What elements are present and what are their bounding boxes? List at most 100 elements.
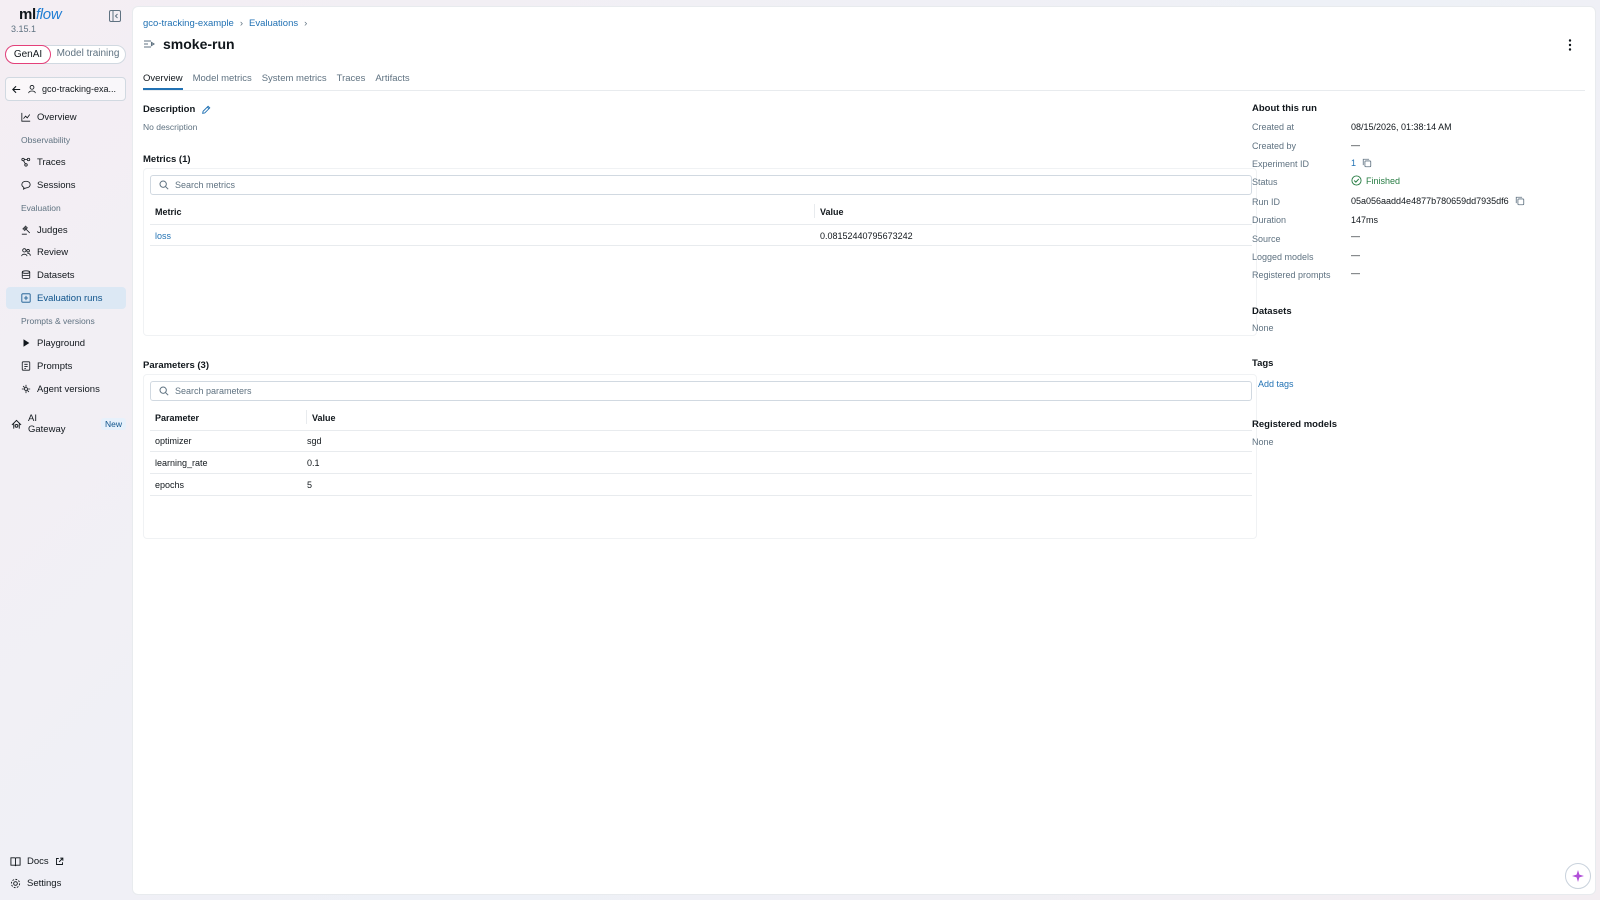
sidebar-item-traces[interactable]: Traces — [6, 151, 126, 173]
sidebar-docs-link[interactable]: Docs — [10, 856, 64, 867]
agent-icon — [21, 384, 31, 394]
status-badge: Finished — [1351, 175, 1400, 186]
datasets-value: None — [1252, 323, 1274, 333]
sidebar-item-label: Datasets — [37, 269, 75, 281]
column-resize-handle[interactable] — [814, 204, 815, 218]
sidebar-item-prompts[interactable]: Prompts — [6, 355, 126, 377]
sparkle-icon — [1572, 870, 1584, 882]
about-title: About this run — [1252, 103, 1317, 114]
experiment-id-row: 1 — [1351, 158, 1372, 168]
source-value: — — [1351, 231, 1360, 241]
sidebar-collapse-icon[interactable] — [109, 10, 121, 22]
sidebar-item-agent-versions[interactable]: Agent versions — [6, 378, 126, 400]
search-icon — [159, 180, 169, 190]
sidebar-item-label: Sessions — [37, 179, 76, 191]
traces-icon — [21, 157, 31, 167]
sidebar-item-label: Review — [37, 246, 69, 258]
sidebar-item-datasets[interactable]: Datasets — [6, 264, 126, 286]
run-id-label: Run ID — [1252, 197, 1281, 207]
parameters-col-value[interactable]: Value — [312, 413, 336, 423]
parameter-name: learning_rate — [155, 458, 208, 468]
sidebar-item-review[interactable]: Review — [6, 241, 126, 263]
page-title: smoke-run — [163, 36, 235, 52]
assistant-button[interactable] — [1565, 863, 1591, 889]
title-row: smoke-run — [143, 36, 235, 52]
tab-system-metrics[interactable]: System metrics — [262, 67, 327, 90]
description-value: No description — [143, 122, 198, 132]
book-icon — [10, 857, 21, 867]
mlflow-logo[interactable]: mlflow — [19, 6, 62, 23]
back-arrow-icon[interactable] — [11, 84, 22, 95]
breadcrumb-evaluations-link[interactable]: Evaluations — [249, 18, 298, 29]
sidebar-item-label: AI Gateway — [28, 413, 66, 435]
registered-prompts-value: — — [1351, 268, 1360, 278]
parameter-name: optimizer — [155, 436, 192, 446]
experiment-selector[interactable]: gco-tracking-exa... — [5, 77, 126, 101]
status-label: Status — [1252, 177, 1278, 187]
sidebar-item-evaluation-runs[interactable]: Evaluation runs — [6, 287, 126, 309]
registered-models-value: None — [1252, 437, 1274, 447]
evaluation-runs-icon — [21, 293, 31, 303]
metric-name-link[interactable]: loss — [155, 231, 171, 241]
chat-bubble-icon — [21, 180, 31, 190]
registered-models-heading: Registered models — [1252, 419, 1337, 430]
nav-group-prompts: Prompts & versions — [21, 316, 95, 326]
sidebar-item-judges[interactable]: Judges — [6, 219, 126, 241]
experiment-name: gco-tracking-exa... — [42, 84, 117, 94]
version-label: 3.15.1 — [11, 24, 37, 34]
metrics-heading: Metrics (1) — [143, 154, 191, 165]
tab-model-metrics[interactable]: Model metrics — [193, 67, 252, 90]
external-link-icon — [55, 857, 63, 865]
status-value: Finished — [1351, 175, 1400, 186]
parameters-table: Parameter Value optimizer sgd learning_r… — [143, 374, 1257, 539]
metrics-search-input[interactable] — [175, 180, 1175, 190]
sidebar-item-sessions[interactable]: Sessions — [6, 174, 126, 196]
breadcrumb-separator: › — [239, 18, 243, 29]
run-icon — [144, 40, 155, 48]
copy-icon[interactable] — [1515, 196, 1525, 206]
tab-traces[interactable]: Traces — [337, 67, 366, 90]
sidebar-item-overview[interactable]: Overview — [6, 106, 126, 128]
sidebar-item-playground[interactable]: Playground — [6, 332, 126, 354]
gavel-icon — [21, 225, 31, 235]
row-divider — [150, 473, 1252, 474]
metric-value: 0.08152440795673242 — [820, 231, 913, 241]
parameters-col-name[interactable]: Parameter — [155, 413, 199, 423]
sidebar-item-ai-gateway[interactable]: AI Gateway New — [6, 413, 126, 435]
mode-genai-button[interactable]: GenAI — [5, 45, 51, 64]
search-icon — [159, 386, 169, 396]
metrics-col-value[interactable]: Value — [820, 207, 844, 217]
edit-pencil-icon[interactable] — [201, 105, 211, 115]
breadcrumb-experiment-link[interactable]: gco-tracking-example — [143, 18, 234, 29]
row-divider — [150, 224, 1252, 225]
tab-overview[interactable]: Overview — [143, 67, 183, 90]
row-divider — [150, 430, 1252, 431]
column-resize-handle[interactable] — [306, 410, 307, 424]
sidebar-settings-link[interactable]: Settings — [10, 878, 61, 889]
metrics-col-metric[interactable]: Metric — [155, 207, 182, 217]
more-options-icon[interactable] — [1563, 37, 1577, 53]
parameter-name: epochs — [155, 480, 185, 490]
parameters-search-input[interactable] — [175, 386, 1175, 396]
line-chart-icon — [21, 112, 31, 122]
play-icon — [23, 339, 30, 347]
tab-artifacts[interactable]: Artifacts — [375, 67, 409, 90]
description-heading: Description — [143, 104, 211, 115]
add-tags-button[interactable]: Add tags — [1258, 379, 1294, 389]
created-at-label: Created at — [1252, 122, 1295, 132]
parameter-value: 0.1 — [307, 458, 320, 468]
experiment-id-link[interactable]: 1 — [1351, 158, 1356, 168]
database-icon — [21, 270, 31, 279]
copy-icon[interactable] — [1362, 158, 1372, 168]
mode-model-training-button[interactable]: Model training — [51, 46, 125, 63]
sidebar-item-label: Agent versions — [37, 383, 100, 395]
metrics-search — [150, 175, 1252, 195]
status-text: Finished — [1366, 175, 1401, 186]
duration-label: Duration — [1252, 215, 1287, 225]
tags-heading: Tags — [1252, 358, 1274, 369]
gateway-icon — [11, 419, 22, 429]
metrics-table: Metric Value loss 0.08152440795673242 — [143, 168, 1257, 336]
breadcrumb: gco-tracking-example › Evaluations › — [143, 18, 307, 29]
created-by-value: — — [1351, 140, 1360, 150]
settings-label: Settings — [27, 878, 62, 889]
